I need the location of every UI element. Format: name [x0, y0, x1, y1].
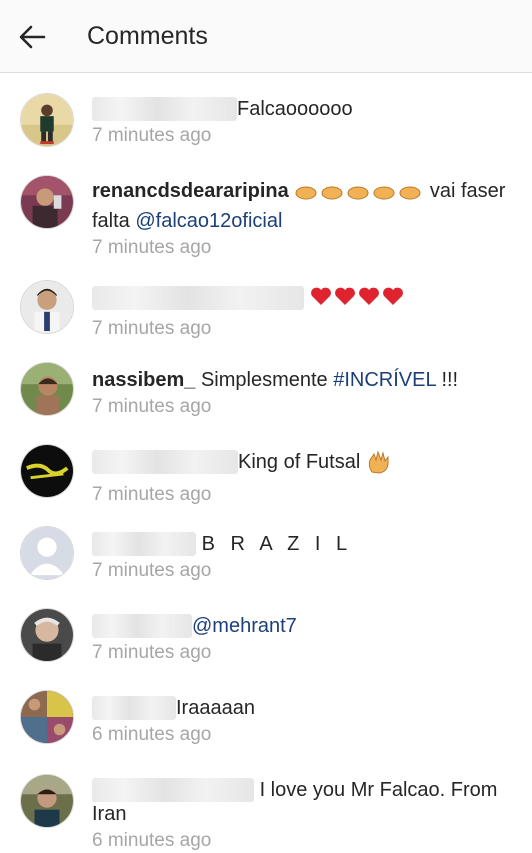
avatar[interactable]	[20, 774, 74, 828]
comment-text: Simplesmente	[200, 369, 328, 391]
username-blurred[interactable]	[92, 286, 304, 310]
avatar[interactable]	[20, 690, 74, 744]
timestamp: 7 minutes ago	[92, 560, 212, 581]
username-blurred[interactable]	[92, 97, 237, 121]
avatar[interactable]	[20, 608, 74, 662]
timestamp: 7 minutes ago	[92, 484, 212, 505]
comment-text: I love you Mr Falcao.	[259, 779, 446, 801]
heart-emoji-icon	[310, 286, 410, 314]
username-blurred[interactable]	[92, 532, 196, 556]
comment-body: Falcaoooooo 7 minutes ago	[92, 97, 517, 148]
waving-hand-emoji-icon	[366, 450, 392, 480]
comment-body: Iraaaaan 6 minutes ago	[92, 696, 517, 747]
comment-text: B R A Z I L	[201, 533, 353, 555]
comment-body: King of Futsal 7 minutes ago	[92, 450, 517, 507]
default-profile-icon	[21, 527, 73, 579]
timestamp: 7 minutes ago	[92, 237, 212, 258]
username-blurred[interactable]	[92, 696, 176, 720]
avatar[interactable]	[20, 280, 74, 334]
hashtag-link[interactable]: #INCRÍVEL	[333, 369, 436, 391]
top-bar: Comments	[0, 0, 532, 73]
timestamp: 6 minutes ago	[92, 724, 212, 745]
avatar[interactable]	[20, 93, 74, 147]
timestamp: 7 minutes ago	[92, 318, 212, 339]
arrow-left-icon	[19, 25, 46, 49]
timestamp: 6 minutes ago	[92, 830, 212, 851]
comment-body: I love you Mr Falcao. From Iran 6 minute…	[92, 778, 517, 853]
avatar[interactable]	[20, 526, 74, 580]
page-title: Comments	[87, 22, 208, 50]
back-button[interactable]	[14, 20, 50, 54]
comment-body: B R A Z I L 7 minutes ago	[92, 532, 517, 583]
comment-suffix: !!!	[441, 369, 459, 391]
timestamp: 7 minutes ago	[92, 642, 212, 663]
timestamp: 7 minutes ago	[92, 125, 212, 146]
username[interactable]: nassibem_	[92, 369, 195, 391]
comment-body: 7 minutes ago	[92, 286, 517, 341]
comment-body: nassibem_ Simplesmente #INCRÍVEL !!! 7 m…	[92, 368, 517, 419]
username-blurred[interactable]	[92, 450, 238, 474]
username-blurred[interactable]	[92, 778, 254, 802]
mention-link[interactable]: @falcao12oficial	[135, 210, 282, 232]
timestamp: 7 minutes ago	[92, 396, 212, 417]
avatar[interactable]	[20, 175, 74, 229]
comment-body: @mehrant7 7 minutes ago	[92, 614, 517, 665]
comment-text: King of Futsal	[238, 451, 361, 473]
username-blurred[interactable]	[92, 614, 192, 638]
avatar[interactable]	[20, 444, 74, 498]
comment-text: Falcaoooooo	[237, 98, 353, 120]
comment-text: Iraaaaan	[176, 697, 255, 719]
mention-link[interactable]: @mehrant7	[192, 615, 297, 637]
thumbs-emoji-icon	[294, 179, 424, 209]
username[interactable]: renancdsdeararipina	[92, 180, 289, 202]
avatar[interactable]	[20, 362, 74, 416]
comment-body: renancdsdeararipina vai faser falta @fal…	[92, 179, 517, 260]
